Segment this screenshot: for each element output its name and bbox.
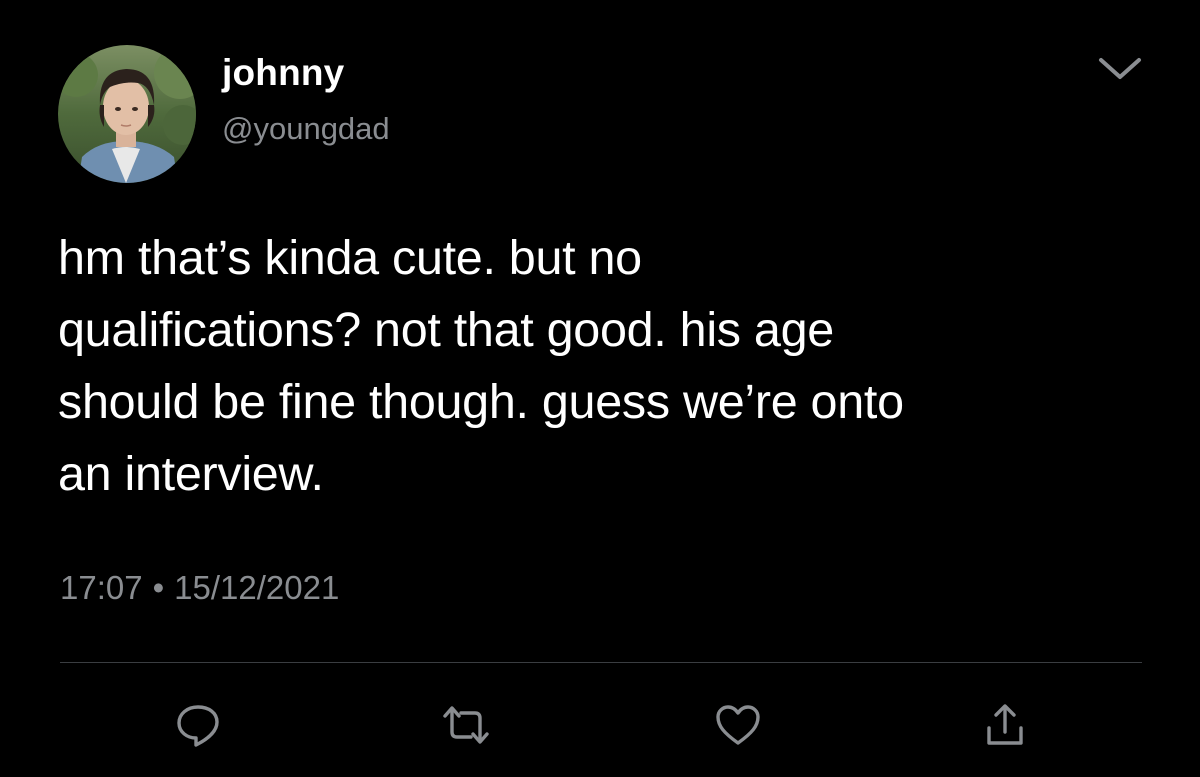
reply-button[interactable] (168, 695, 228, 755)
tweet-timestamp[interactable]: 17:07 • 15/12/2021 (60, 571, 339, 604)
tweet-text-line: should be fine though. guess we’re onto (58, 375, 904, 429)
tweet-text: hm that’s kinda cute. but no qualificati… (58, 222, 1158, 510)
action-bar (0, 695, 1200, 755)
tweet-date: 15/12/2021 (174, 569, 340, 606)
retweet-button[interactable] (436, 695, 496, 755)
tweet-text-line: qualifications? not that good. his age (58, 303, 834, 357)
chevron-down-icon[interactable] (1096, 52, 1144, 82)
tweet-card: johnny @youngdad hm that’s kinda cute. b… (0, 0, 1200, 777)
tweet-text-line: hm that’s kinda cute. but no (58, 231, 642, 285)
retweet-icon (443, 706, 489, 744)
like-button[interactable] (708, 695, 768, 755)
meta-separator: • (152, 569, 165, 606)
avatar-photo (58, 45, 196, 183)
display-name[interactable]: johnny (222, 54, 344, 91)
avatar[interactable] (58, 45, 196, 183)
user-handle[interactable]: @youngdad (222, 113, 390, 144)
heart-icon (716, 705, 760, 745)
share-button[interactable] (975, 695, 1035, 755)
reply-icon (177, 705, 219, 747)
divider (60, 662, 1142, 663)
share-icon (987, 704, 1023, 745)
tweet-text-line: an interview. (58, 447, 324, 501)
tweet-time: 17:07 (60, 569, 143, 606)
